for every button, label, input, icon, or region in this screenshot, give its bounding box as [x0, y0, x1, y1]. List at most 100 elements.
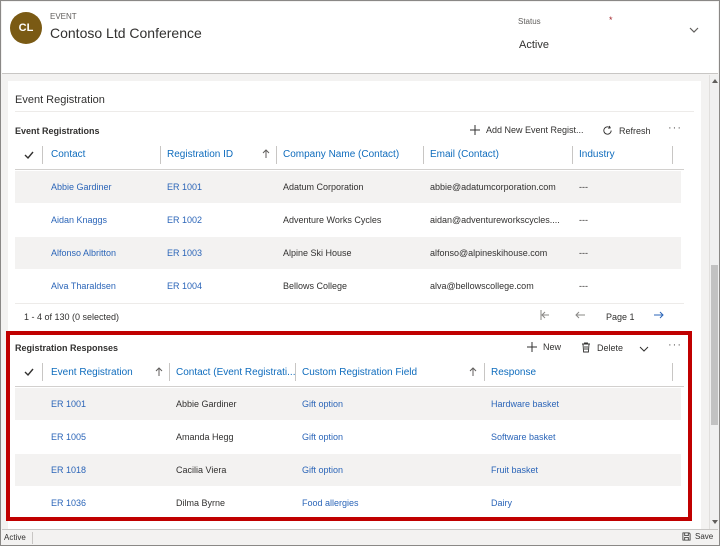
pager-summary: 1 - 4 of 130 (0 selected): [24, 312, 120, 322]
pager-page-label: Page 1: [606, 312, 635, 322]
column-separator: [572, 146, 573, 164]
table-row[interactable]: Aidan Knaggs ER 1002 Adventure Works Cyc…: [15, 204, 681, 236]
response-cell[interactable]: Software basket: [491, 421, 671, 453]
sort-up-icon: [262, 149, 270, 158]
chevron-down-icon[interactable]: [688, 24, 700, 36]
column-separator: [672, 146, 673, 164]
table-row[interactable]: Alfonso Albritton ER 1003 Alpine Ski Hou…: [15, 237, 681, 269]
scrollbar-thumb[interactable]: [711, 265, 718, 425]
entity-type-label: EVENT: [50, 12, 77, 21]
registration-id-cell[interactable]: ER 1001: [167, 171, 275, 203]
event-registration-cell[interactable]: ER 1036: [51, 487, 169, 519]
section-title: Event Registration: [15, 94, 105, 106]
company-cell: Adventure Works Cycles: [283, 215, 382, 225]
industry-cell: ---: [579, 215, 588, 225]
column-separator: [484, 363, 485, 381]
column-separator: [160, 146, 161, 164]
table-bottom-rule: [15, 303, 684, 304]
checkmark-icon[interactable]: [23, 366, 35, 378]
event-registration-cell[interactable]: ER 1005: [51, 421, 169, 453]
refresh-icon: [603, 125, 612, 135]
table-row[interactable]: ER 1001 Abbie Gardiner Gift option Hardw…: [15, 388, 681, 420]
email-cell: abbie@adatumcorporation.com: [430, 182, 556, 192]
new-response-button[interactable]: New: [527, 342, 561, 352]
app-window: CL EVENT Contoso Ltd Conference Status *…: [0, 0, 720, 546]
industry-cell: ---: [579, 248, 588, 258]
table-row[interactable]: Abbie Gardiner ER 1001 Adatum Corporatio…: [15, 171, 681, 203]
next-page-icon[interactable]: [653, 309, 665, 321]
table-row[interactable]: ER 1036 Dilma Byrne Food allergies Dairy: [15, 487, 681, 519]
column-header-contact[interactable]: Contact: [51, 149, 85, 160]
save-button[interactable]: Save: [682, 532, 713, 541]
industry-cell: ---: [579, 182, 588, 192]
response-cell[interactable]: Fruit basket: [491, 454, 671, 486]
header-rule: [15, 386, 684, 387]
table-row[interactable]: Alva Tharaldsen ER 1004 Bellows College …: [15, 270, 681, 302]
column-header-industry[interactable]: Industry: [579, 149, 615, 160]
sort-up-icon: [469, 367, 477, 376]
column-header-email[interactable]: Email (Contact): [430, 149, 499, 160]
record-state: Active: [4, 533, 26, 542]
required-marker: *: [609, 15, 613, 25]
checkmark-icon[interactable]: [23, 149, 35, 161]
contact-cell: Abbie Gardiner: [176, 399, 237, 409]
first-page-icon[interactable]: [539, 309, 551, 321]
column-header-contact[interactable]: Contact (Event Registrati...: [176, 367, 296, 378]
column-header-response[interactable]: Response: [491, 367, 536, 378]
contact-cell[interactable]: Aidan Knaggs: [51, 204, 159, 236]
delete-button[interactable]: Delete: [581, 342, 623, 353]
custom-field-cell[interactable]: Gift option: [302, 454, 482, 486]
new-label: New: [543, 342, 562, 352]
registration-id-cell[interactable]: ER 1003: [167, 237, 275, 269]
chevron-down-icon[interactable]: [639, 344, 649, 354]
column-header-custom-field[interactable]: Custom Registration Field: [302, 367, 417, 378]
scroll-up-icon[interactable]: [711, 77, 719, 85]
column-separator: [423, 146, 424, 164]
email-cell: alva@bellowscollege.com: [430, 281, 534, 291]
refresh-label: Refresh: [619, 125, 651, 136]
save-label: Save: [695, 532, 714, 541]
column-header-event-registration[interactable]: Event Registration: [51, 367, 133, 378]
vertical-scrollbar[interactable]: [709, 75, 719, 529]
registration-id-cell[interactable]: ER 1004: [167, 270, 275, 302]
column-separator: [42, 363, 43, 381]
email-cell: alfonso@alpineskihouse.com: [430, 248, 548, 258]
custom-field-cell[interactable]: Gift option: [302, 388, 482, 420]
plus-icon: [527, 342, 537, 352]
more-commands-button[interactable]: ···: [668, 122, 682, 134]
status-value[interactable]: Active: [519, 39, 549, 51]
plus-icon: [470, 125, 480, 135]
table-row[interactable]: ER 1018 Cacilia Viera Gift option Fruit …: [15, 454, 681, 486]
custom-field-cell[interactable]: Food allergies: [302, 487, 482, 519]
event-registrations-title: Event Registrations: [15, 126, 100, 136]
contact-cell[interactable]: Alfonso Albritton: [51, 237, 159, 269]
response-cell[interactable]: Dairy: [491, 487, 671, 519]
record-header: CL EVENT Contoso Ltd Conference Status *…: [2, 2, 718, 74]
previous-page-icon[interactable]: [574, 309, 586, 321]
registration-id-cell[interactable]: ER 1002: [167, 204, 275, 236]
column-separator: [169, 363, 170, 381]
company-cell: Alpine Ski House: [283, 248, 352, 258]
refresh-button[interactable]: Refresh: [602, 125, 651, 136]
contact-cell[interactable]: Abbie Gardiner: [51, 171, 159, 203]
contact-cell[interactable]: Alva Tharaldsen: [51, 270, 159, 302]
event-registration-cell[interactable]: ER 1001: [51, 388, 169, 420]
event-registration-section: Event Registration Event Registrations A…: [8, 81, 701, 529]
custom-field-cell[interactable]: Gift option: [302, 421, 482, 453]
scroll-down-icon[interactable]: [711, 518, 719, 526]
page-title: Contoso Ltd Conference: [50, 25, 202, 41]
column-header-registration-id[interactable]: Registration ID: [167, 149, 233, 160]
column-header-company-name[interactable]: Company Name (Contact): [283, 149, 399, 160]
table-row[interactable]: ER 1005 Amanda Hegg Gift option Software…: [15, 421, 681, 453]
trash-icon: [582, 342, 590, 353]
column-separator: [276, 146, 277, 164]
more-commands-button[interactable]: ···: [668, 339, 682, 351]
event-registration-cell[interactable]: ER 1018: [51, 454, 169, 486]
header-rule: [15, 169, 684, 170]
company-cell: Bellows College: [283, 281, 348, 291]
form-body: Event Registration Event Registrations A…: [3, 75, 709, 529]
add-new-event-registration-button[interactable]: Add New Event Regist...: [470, 125, 584, 135]
contact-cell: Dilma Byrne: [176, 498, 226, 508]
response-cell[interactable]: Hardware basket: [491, 388, 671, 420]
contact-cell: Cacilia Viera: [176, 465, 227, 475]
